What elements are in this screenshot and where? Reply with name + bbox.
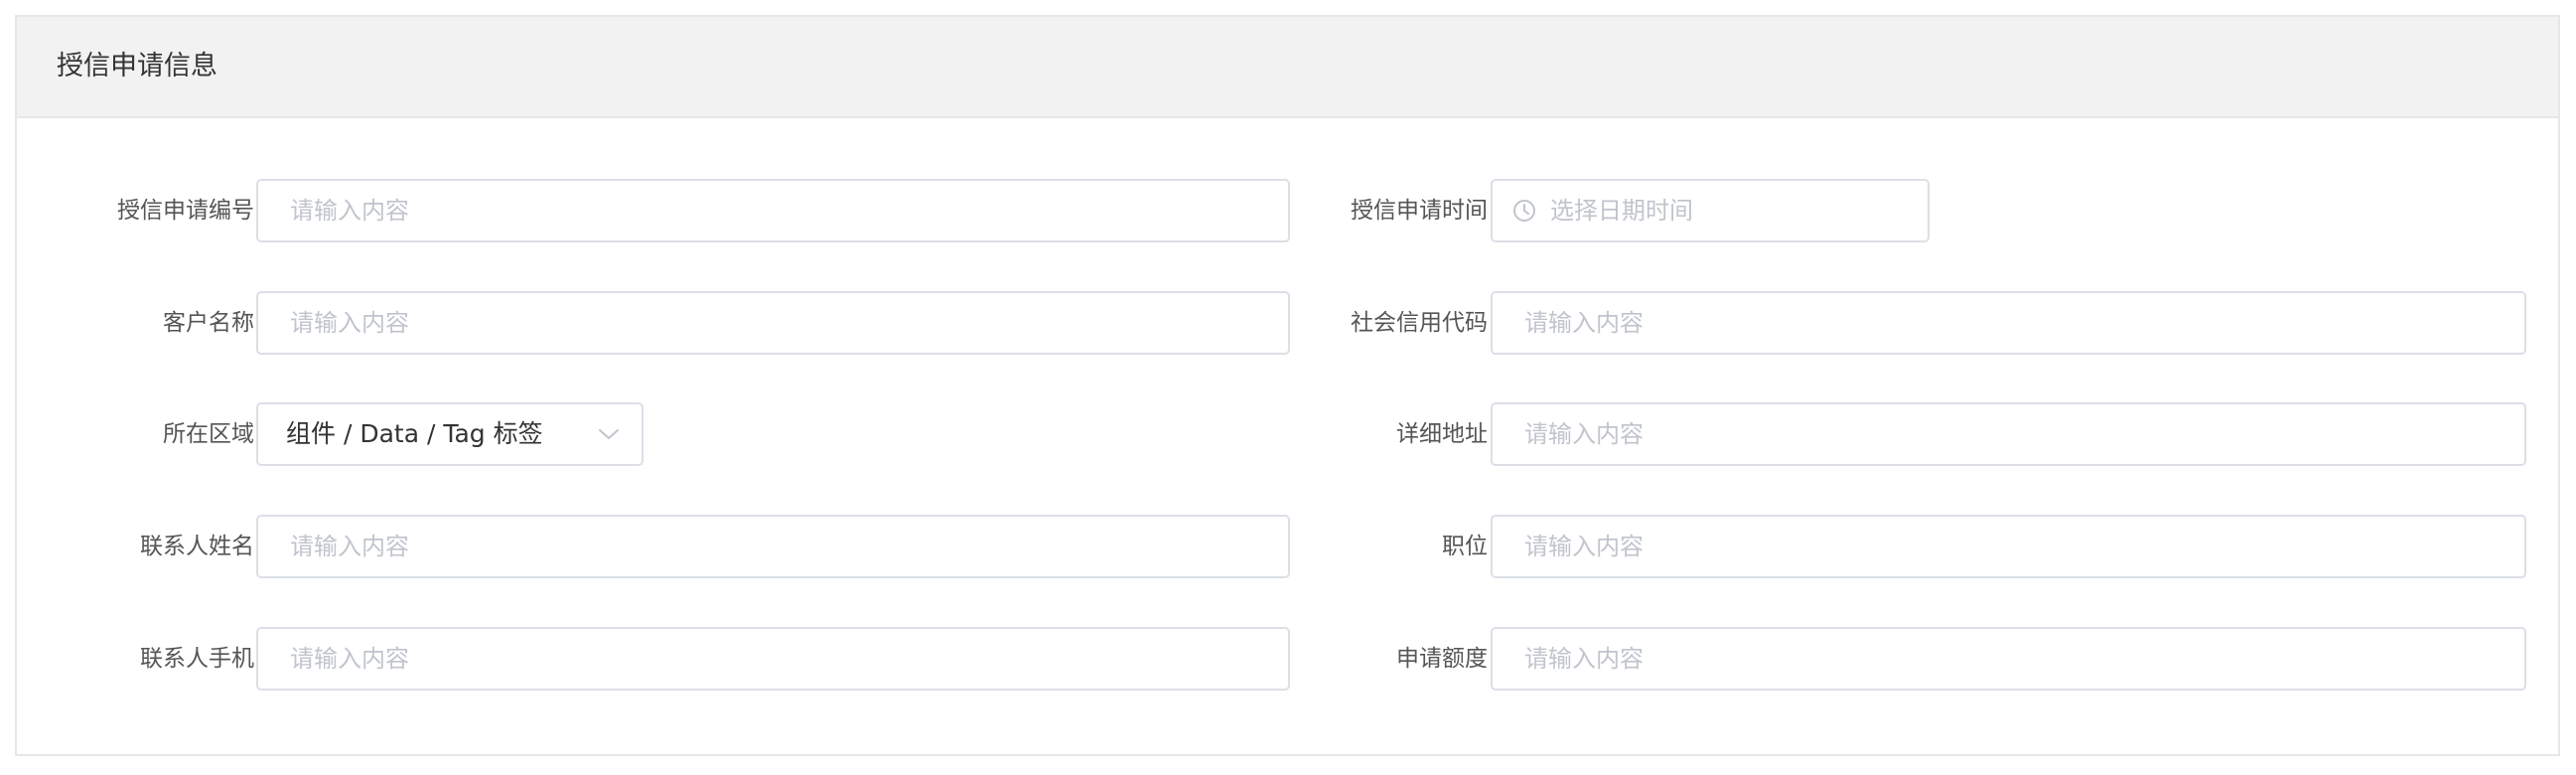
customer-name-input[interactable]: 请输入内容 bbox=[256, 291, 1290, 355]
clock-icon bbox=[1513, 200, 1535, 222]
position-label: 职位 bbox=[1442, 534, 1488, 559]
credit-application-card: 授信申请信息 授信申请编号 请输入内容 授信申请时间 选择日期时间 客户名称 请… bbox=[15, 15, 2560, 756]
input-placeholder: 请输入内容 bbox=[1524, 420, 1644, 448]
form-row: 联系人姓名 请输入内容 职位 请输入内容 bbox=[17, 515, 2558, 578]
credit-code-input[interactable]: 请输入内容 bbox=[1491, 291, 2526, 355]
contact-name-input[interactable]: 请输入内容 bbox=[256, 515, 1290, 578]
card-title: 授信申请信息 bbox=[57, 51, 217, 81]
card-header: 授信申请信息 bbox=[17, 17, 2558, 118]
credit-amount-label: 申请额度 bbox=[1396, 646, 1488, 672]
form-row: 联系人手机 请输入内容 申请额度 请输入内容 bbox=[17, 627, 2558, 691]
credit-code-label: 社会信用代码 bbox=[1351, 310, 1488, 336]
input-placeholder: 请输入内容 bbox=[290, 645, 409, 673]
input-placeholder: 请输入内容 bbox=[290, 533, 409, 560]
region-select[interactable]: 组件 / Data / Tag 标签 bbox=[256, 402, 644, 466]
application-time-picker[interactable]: 选择日期时间 bbox=[1491, 179, 1930, 242]
credit-amount-input[interactable]: 请输入内容 bbox=[1491, 627, 2526, 691]
input-placeholder: 请输入内容 bbox=[1524, 533, 1644, 560]
application-number-label: 授信申请编号 bbox=[117, 198, 254, 224]
region-select-value: 组件 / Data / Tag 标签 bbox=[286, 419, 543, 448]
contact-name-label: 联系人姓名 bbox=[140, 534, 254, 559]
customer-name-label: 客户名称 bbox=[163, 310, 254, 336]
application-time-label: 授信申请时间 bbox=[1351, 198, 1488, 224]
form-row: 客户名称 请输入内容 社会信用代码 请输入内容 bbox=[17, 291, 2558, 355]
input-placeholder: 请输入内容 bbox=[290, 309, 409, 337]
contact-phone-label: 联系人手机 bbox=[140, 646, 254, 672]
region-label: 所在区域 bbox=[163, 421, 254, 447]
address-input[interactable]: 请输入内容 bbox=[1491, 402, 2526, 466]
application-number-input[interactable]: 请输入内容 bbox=[256, 179, 1290, 242]
input-placeholder: 请输入内容 bbox=[290, 197, 409, 225]
form-row: 授信申请编号 请输入内容 授信申请时间 选择日期时间 bbox=[17, 179, 2558, 242]
chevron-down-icon bbox=[599, 429, 619, 439]
input-placeholder: 请输入内容 bbox=[1524, 309, 1644, 337]
position-input[interactable]: 请输入内容 bbox=[1491, 515, 2526, 578]
address-label: 详细地址 bbox=[1396, 421, 1488, 447]
form-row: 所在区域 组件 / Data / Tag 标签 详细地址 请输入内容 bbox=[17, 402, 2558, 466]
input-placeholder: 请输入内容 bbox=[1524, 645, 1644, 673]
contact-phone-input[interactable]: 请输入内容 bbox=[256, 627, 1290, 691]
date-placeholder: 选择日期时间 bbox=[1550, 197, 1693, 225]
